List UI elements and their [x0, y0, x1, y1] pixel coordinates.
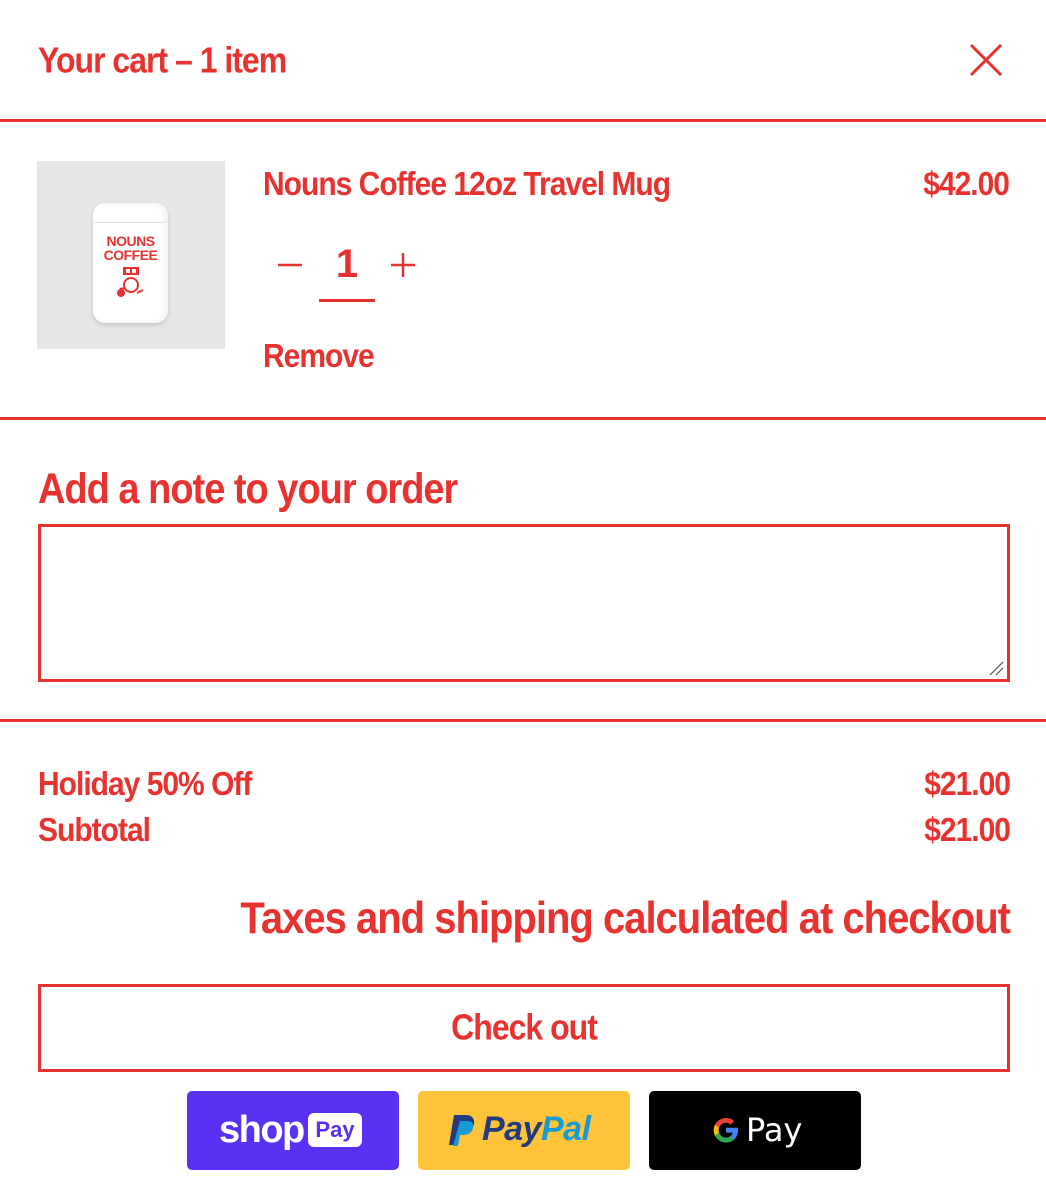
google-pay-button[interactable]: Pay	[649, 1091, 861, 1170]
remove-button[interactable]: Remove	[263, 338, 375, 376]
checkout-button[interactable]: Check out	[38, 984, 1010, 1072]
paypal-wordmark: PayPal	[482, 1110, 591, 1148]
cart-title: Your cart – 1 item	[38, 40, 287, 81]
quantity-value[interactable]: 1	[319, 242, 375, 302]
product-name[interactable]: Nouns Coffee 12oz Travel Mug	[263, 166, 671, 204]
taxes-note: Taxes and shipping calculated at checkou…	[240, 894, 1011, 944]
mug-text-bottom: COFFEE	[103, 247, 158, 263]
quantity-stepper: 1	[270, 242, 430, 304]
resize-grip-icon[interactable]	[988, 660, 1004, 676]
order-note-textarea[interactable]	[38, 524, 1010, 682]
order-note-label: Add a note to your order	[38, 466, 458, 514]
product-image[interactable]: NOUNS COFFEE	[37, 161, 225, 349]
close-icon[interactable]	[968, 42, 1004, 78]
product-price: $42.00	[923, 166, 1010, 203]
shop-pay-button[interactable]: shop Pay	[187, 1091, 399, 1170]
discount-value: $21.00	[924, 766, 1011, 803]
minus-icon[interactable]	[275, 250, 305, 280]
subtotal-value: $21.00	[924, 812, 1011, 849]
paypal-icon	[449, 1115, 475, 1146]
order-note-section: Add a note to your order	[0, 420, 1046, 722]
subtotal-label: Subtotal	[38, 812, 151, 849]
shop-pay-wordmark: shop	[219, 1109, 305, 1151]
google-g-icon	[713, 1118, 738, 1143]
discount-row: Holiday 50% Off $21.00	[38, 766, 1011, 806]
cart-summary: Holiday 50% Off $21.00 Subtotal $21.00 T…	[0, 722, 1046, 1200]
subtotal-row: Subtotal $21.00	[38, 812, 1011, 852]
paypal-button[interactable]: PayPal	[418, 1091, 630, 1170]
cart-header: Your cart – 1 item	[0, 0, 1046, 122]
checkout-label: Check out	[451, 1006, 598, 1048]
google-pay-wordmark: Pay	[746, 1111, 803, 1149]
discount-label: Holiday 50% Off	[38, 766, 252, 803]
shop-pay-badge: Pay	[308, 1113, 362, 1147]
plus-icon[interactable]	[388, 250, 418, 280]
mascot-icon	[117, 267, 144, 297]
travel-mug-graphic: NOUNS COFFEE	[93, 203, 168, 323]
cart-line-item: NOUNS COFFEE Nouns Coffee 12oz Travel Mu…	[0, 122, 1046, 420]
